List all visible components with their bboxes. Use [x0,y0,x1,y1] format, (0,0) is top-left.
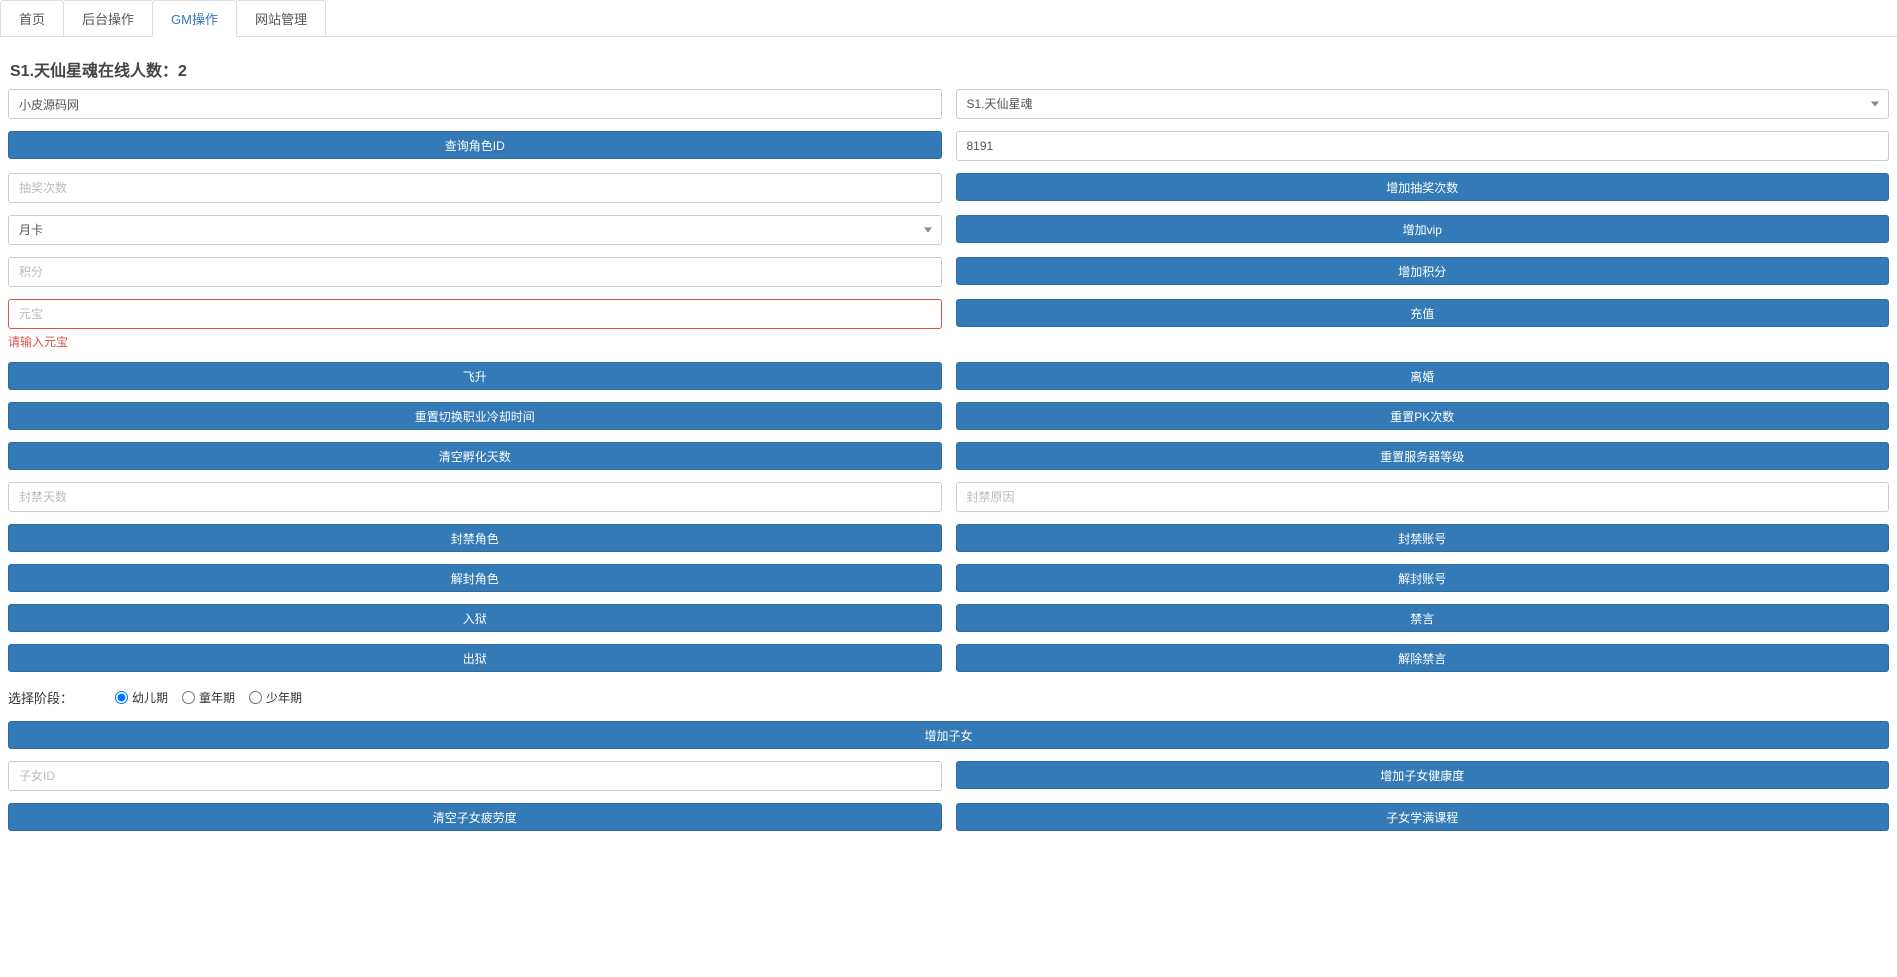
query-role-button[interactable]: 查询角色ID [8,131,942,159]
mute-button[interactable]: 禁言 [956,604,1890,632]
child-full-course-button[interactable]: 子女学满课程 [956,803,1890,831]
ban-role-button[interactable]: 封禁角色 [8,524,942,552]
points-input[interactable] [8,257,942,287]
ban-reason-input[interactable] [956,482,1890,512]
tab-1[interactable]: 后台操作 [63,0,153,36]
tab-2[interactable]: GM操作 [152,0,237,37]
add-draw-button[interactable]: 增加抽奖次数 [956,173,1890,201]
tab-0[interactable]: 首页 [0,0,64,36]
reset-pk-button[interactable]: 重置PK次数 [956,402,1890,430]
vip-select[interactable]: 月卡 [8,215,942,245]
recharge-button[interactable]: 充值 [956,299,1890,327]
tab-3[interactable]: 网站管理 [236,0,326,36]
unjail-button[interactable]: 出狱 [8,644,942,672]
page-title: S1.天仙星魂在线人数：2 [10,57,1889,81]
reset-server-level-button[interactable]: 重置服务器等级 [956,442,1890,470]
stage-radio-1[interactable]: 童年期 [182,689,235,706]
child-id-input[interactable] [8,761,942,791]
stage-row: 选择阶段： 幼儿期童年期少年期 [8,684,1889,715]
ban-days-input[interactable] [8,482,942,512]
stage-label: 选择阶段： [8,688,73,707]
unban-account-button[interactable]: 解封账号 [956,564,1890,592]
server-select[interactable]: S1.天仙星魂 [956,89,1890,119]
unmute-button[interactable]: 解除禁言 [956,644,1890,672]
account-input[interactable] [8,89,942,119]
draw-count-input[interactable] [8,173,942,203]
add-child-health-button[interactable]: 增加子女健康度 [956,761,1890,789]
add-child-button[interactable]: 增加子女 [8,721,1889,749]
unban-role-button[interactable]: 解封角色 [8,564,942,592]
add-points-button[interactable]: 增加积分 [956,257,1890,285]
add-vip-button[interactable]: 增加vip [956,215,1890,243]
ascend-button[interactable]: 飞升 [8,362,942,390]
yuanbao-error-text: 请输入元宝 [8,333,942,350]
reset-job-cd-button[interactable]: 重置切换职业冷却时间 [8,402,942,430]
divorce-button[interactable]: 离婚 [956,362,1890,390]
tabs-bar: 首页后台操作GM操作网站管理 [0,0,1897,37]
role-id-input[interactable] [956,131,1890,161]
ban-account-button[interactable]: 封禁账号 [956,524,1890,552]
yuanbao-input[interactable] [8,299,942,329]
clear-incubation-button[interactable]: 清空孵化天数 [8,442,942,470]
stage-radio-0[interactable]: 幼儿期 [115,689,168,706]
stage-radio-2[interactable]: 少年期 [249,689,302,706]
clear-child-fatigue-button[interactable]: 清空子女疲劳度 [8,803,942,831]
jail-button[interactable]: 入狱 [8,604,942,632]
